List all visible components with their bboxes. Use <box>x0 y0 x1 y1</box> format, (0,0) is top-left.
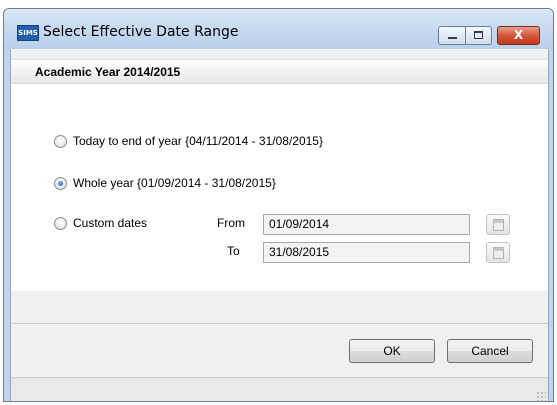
option-today-to-end[interactable]: Today to end of year {04/11/2014 - 31/08… <box>54 134 323 148</box>
ok-button[interactable]: OK <box>349 339 435 363</box>
radio-whole-year[interactable] <box>54 176 67 190</box>
radio-custom-dates[interactable] <box>54 216 67 230</box>
resize-grip-icon[interactable] <box>536 391 546 401</box>
status-bar <box>11 377 548 401</box>
from-calendar-button[interactable] <box>486 214 510 235</box>
sims-app-icon: SIMS <box>17 25 39 41</box>
cancel-button[interactable]: Cancel <box>447 339 533 363</box>
close-button[interactable]: X <box>497 26 540 45</box>
date-range-options: Today to end of year {04/11/2014 - 31/08… <box>11 84 548 291</box>
group-header: Academic Year 2014/2015 <box>11 59 548 84</box>
maximize-button[interactable] <box>465 26 492 45</box>
option-label: Today to end of year {04/11/2014 - 31/08… <box>73 134 323 148</box>
dialog-window: SIMS Select Effective Date Range X Acade… <box>3 8 554 402</box>
minimize-icon <box>448 37 457 39</box>
to-label: To <box>227 244 240 258</box>
radio-today-to-end[interactable] <box>54 134 67 148</box>
dialog-client-area: Academic Year 2014/2015 Today to end of … <box>10 49 549 401</box>
button-separator <box>11 323 548 324</box>
from-date-field[interactable]: 01/09/2014 <box>263 214 470 235</box>
option-label: Whole year {01/09/2014 - 31/08/2015} <box>73 176 276 190</box>
option-custom-dates[interactable]: Custom dates <box>54 216 147 230</box>
from-label: From <box>217 216 245 230</box>
to-date-field[interactable]: 31/08/2015 <box>263 242 470 263</box>
option-label: Custom dates <box>73 216 148 230</box>
title-bar[interactable]: SIMS Select Effective Date Range X <box>4 9 553 49</box>
calendar-icon <box>493 247 504 259</box>
to-calendar-button[interactable] <box>486 242 510 263</box>
option-whole-year[interactable]: Whole year {01/09/2014 - 31/08/2015} <box>54 176 276 190</box>
maximize-icon <box>474 31 483 39</box>
academic-year-title: Academic Year 2014/2015 <box>35 65 181 79</box>
calendar-icon <box>493 219 504 231</box>
minimize-button[interactable] <box>438 26 466 45</box>
close-icon: X <box>513 28 524 42</box>
window-title: Select Effective Date Range <box>43 24 239 40</box>
